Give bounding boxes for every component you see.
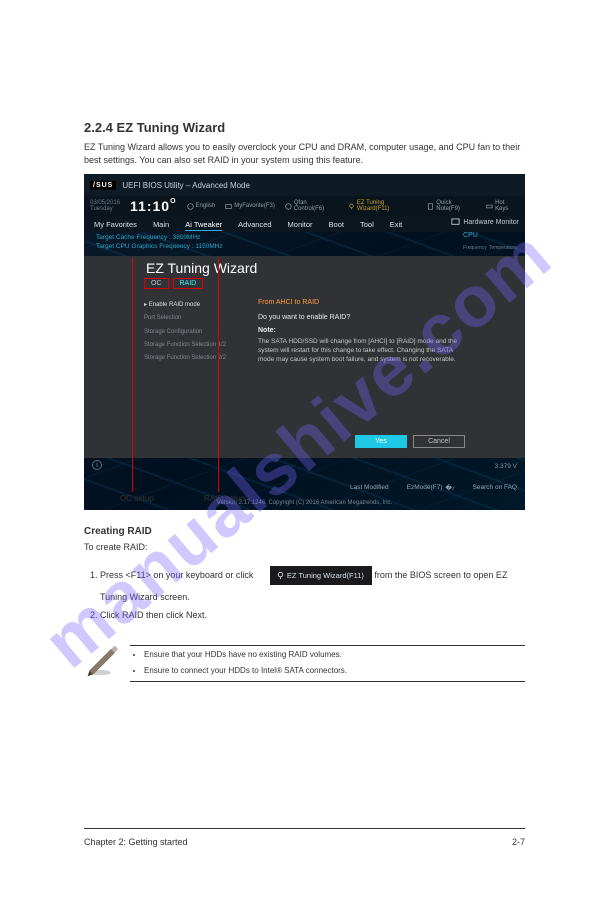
raid-steps-list: Press <F11> on your keyboard or click EZ…: [100, 562, 525, 622]
wizard-tab-oc[interactable]: OC: [144, 278, 169, 289]
ezwiz-link[interactable]: EZ Tuning Wizard(F11): [348, 200, 417, 212]
wizard-note-text: The SATA HDD/SSD will change from [AHCI]…: [258, 337, 465, 364]
qfan-link[interactable]: Qfan Control(F6): [285, 200, 338, 212]
section-desc: EZ Tuning Wizard allows you to easily ov…: [84, 141, 525, 166]
hardware-monitor-link[interactable]: Hardware Monitor: [451, 218, 519, 227]
myfav-link[interactable]: MyFavorite(F3): [225, 203, 275, 210]
wizard-step-enable-raid[interactable]: ▸ Enable RAID mode: [144, 299, 244, 312]
callout-raid-label: RAID setup: [204, 494, 245, 503]
bios-time: 11:10O: [130, 198, 177, 214]
ez-tuning-wizard-dialog: EZ Tuning Wizard OC RAID ▸ Enable RAID m…: [84, 256, 525, 458]
lang-link[interactable]: English: [187, 203, 216, 210]
bios-date: 03/05/2016Tuesday: [90, 200, 120, 212]
tab-aitweaker[interactable]: Ai Tweaker: [185, 220, 222, 229]
search-faq-link[interactable]: Search on FAQ: [473, 483, 517, 492]
wizard-step-func2[interactable]: Storage Function Selection 2/2: [144, 352, 244, 365]
hotkeys-link[interactable]: Hot Keys: [486, 200, 519, 212]
tab-monitor[interactable]: Monitor: [288, 220, 313, 229]
page-number: 2-7: [512, 837, 525, 847]
wizard-step-func1[interactable]: Storage Function Selection 1/2: [144, 339, 244, 352]
tab-boot[interactable]: Boot: [329, 220, 344, 229]
bios-utility-title: UEFI BIOS Utility – Advanced Mode: [122, 181, 250, 190]
note-block: Ensure that your HDDs have no existing R…: [84, 642, 525, 685]
cancel-button[interactable]: Cancel: [413, 435, 465, 448]
ez-tuning-button-inline: EZ Tuning Wizard(F11): [270, 566, 372, 585]
tab-myfavorites[interactable]: My Favorites: [94, 220, 137, 229]
wizard-heading: From AHCI to RAID: [258, 299, 465, 306]
voltage-readout: 3.379 V: [495, 463, 517, 470]
section-title: 2.2.4 EZ Tuning Wizard: [84, 120, 525, 135]
wizard-steps-list: ▸ Enable RAID mode Port Selection Storag…: [144, 299, 244, 365]
creating-raid-title: Creating RAID: [84, 526, 525, 537]
asus-logo: /SUS: [90, 181, 116, 190]
tab-advanced[interactable]: Advanced: [238, 220, 271, 229]
wizard-title: EZ Tuning Wizard: [146, 260, 465, 276]
tab-exit[interactable]: Exit: [390, 220, 403, 229]
wizard-note-label: Note:: [258, 327, 465, 334]
wizard-step-storage-config[interactable]: Storage Configuration: [144, 326, 244, 339]
cpu-panel: CPU FrequencyTemperature: [463, 232, 517, 251]
step-1: Press <F11> on your keyboard or click EZ…: [100, 562, 525, 605]
last-modified-link[interactable]: Last Modified: [350, 483, 389, 492]
ezmode-link[interactable]: EzMode(F7) �ⳇ: [407, 483, 455, 492]
target-gpu-freq: Target CPU Graphics Frequency : 1150MHz: [96, 243, 513, 250]
wizard-step-port[interactable]: Port Selection: [144, 312, 244, 325]
target-cache-freq: Target Cache Frequency : 3800MHz: [96, 234, 513, 241]
tab-main[interactable]: Main: [153, 220, 169, 229]
tab-tool[interactable]: Tool: [360, 220, 374, 229]
qnote-link[interactable]: Quick Note(F9): [427, 200, 476, 212]
step-2: Click RAID then click Next.: [100, 609, 525, 623]
yes-button[interactable]: Yes: [355, 435, 407, 448]
wizard-tab-raid[interactable]: RAID: [173, 278, 204, 289]
wizard-question: Do you want to enable RAID?: [258, 314, 465, 321]
creating-raid-intro: To create RAID:: [84, 541, 525, 554]
note-item-1: Ensure that your HDDs have no existing R…: [144, 649, 525, 661]
bios-screenshot: /SUS UEFI BIOS Utility – Advanced Mode 0…: [84, 174, 525, 510]
note-item-2: Ensure to connect your HDDs to Intel® SA…: [144, 665, 525, 677]
chapter-label: Chapter 2: Getting started: [84, 837, 188, 847]
pencil-icon: [84, 642, 120, 683]
callout-oc-label: OC setup: [120, 494, 154, 503]
